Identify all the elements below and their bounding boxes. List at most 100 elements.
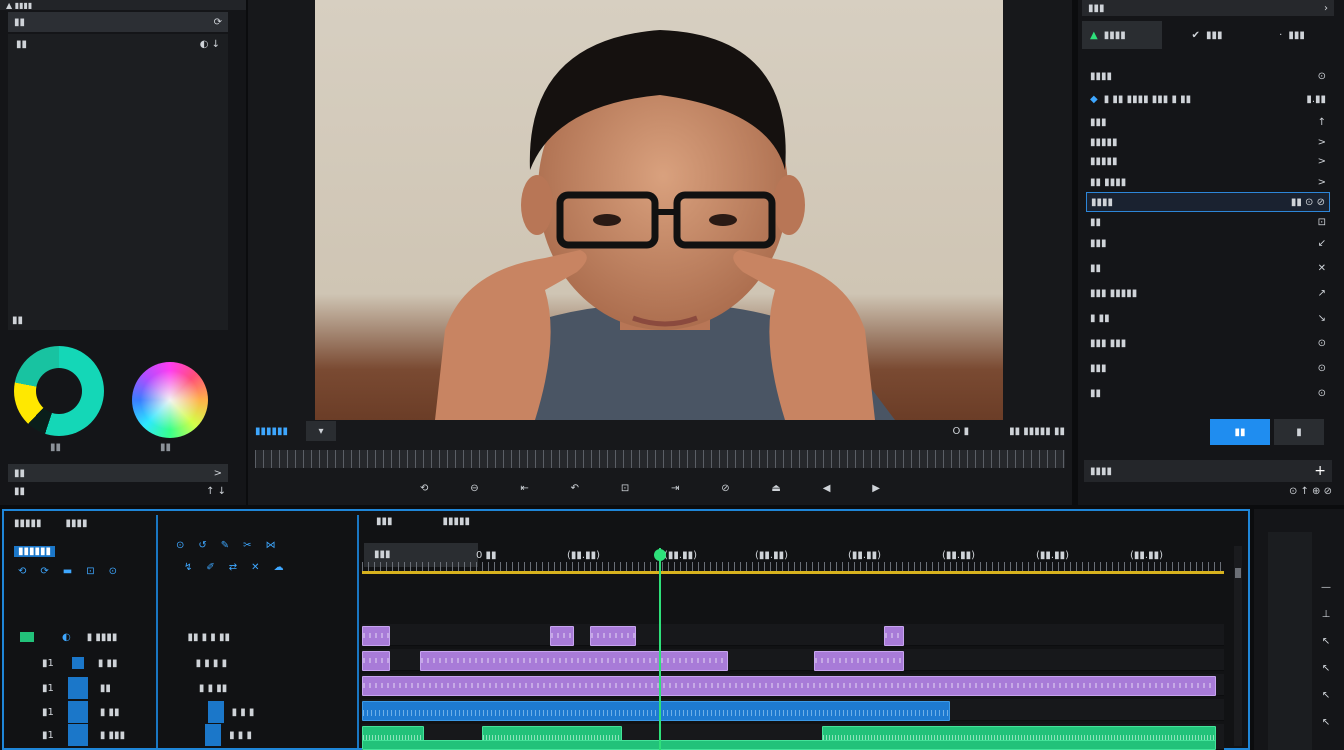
track-tools[interactable]: ▮ ▮ ▮ [232, 707, 255, 718]
inspector-item[interactable]: ▮▮ ⊡ [1086, 212, 1330, 232]
color-sub-panel[interactable]: ▮▮ > [8, 464, 228, 482]
track-tools[interactable]: ▮ ▮ ▮ [229, 730, 252, 741]
track-tools[interactable]: ▮ ▮ ▮ ▮ [196, 658, 228, 669]
video-clip[interactable] [420, 651, 728, 671]
tool-icon[interactable]: ↯ [184, 562, 192, 573]
item-value[interactable]: ✕ [1318, 263, 1326, 274]
video-clip[interactable] [362, 626, 390, 646]
track-header[interactable]: ▮1 ▮ ▮▮ ▮ ▮ ▮ ▮ [10, 652, 356, 674]
tool-icon[interactable]: ↺ [198, 540, 206, 551]
cursor-icon[interactable]: ↖ [1322, 690, 1330, 701]
inspector-item[interactable]: ▮▮▮▮▮ > [1086, 132, 1330, 152]
inspector-item[interactable]: ▮ ▮▮ ↘ [1086, 308, 1330, 328]
track-toggle[interactable] [67, 677, 88, 699]
tool-icon[interactable]: ☁ [274, 562, 284, 573]
item-value[interactable]: ▮▮ ⊙ ⊘ [1291, 197, 1325, 208]
tool-icon[interactable]: ⊙ [176, 540, 184, 551]
video-clip[interactable] [362, 676, 1216, 696]
color-wheel-gain[interactable] [132, 362, 208, 438]
track-tools[interactable]: ▮ ▮ ▮▮ [199, 683, 227, 694]
music-clip[interactable] [362, 740, 1216, 750]
tool-icon[interactable]: ▬ [63, 566, 72, 577]
timeline-scrollbar[interactable] [1234, 546, 1242, 746]
pin-icon[interactable]: ⊥ [1322, 609, 1331, 620]
cursor-icon[interactable]: ↖ [1322, 636, 1330, 647]
track-header[interactable]: ◐ ▮ ▮▮▮▮ ▮▮ ▮ ▮ ▮▮ [10, 626, 356, 648]
refresh-icon[interactable]: ⟳ [214, 17, 222, 28]
tool-icon[interactable]: ⇄ [229, 562, 237, 573]
go-to-start-icon[interactable]: ⇤ [520, 483, 528, 494]
audio-clip[interactable] [362, 701, 950, 721]
video-clip[interactable] [884, 626, 904, 646]
chevron-right-icon[interactable]: > [214, 468, 222, 479]
track-lane-v2[interactable] [362, 649, 1224, 671]
menu-icon[interactable]: — [1321, 582, 1331, 593]
item-value[interactable]: > [1318, 156, 1326, 167]
media-panel-header[interactable]: ▮▮ ⟳ [8, 12, 228, 32]
inspector-item[interactable]: ▮▮▮ ↙ [1086, 233, 1330, 253]
undo-icon[interactable]: ↶ [571, 483, 579, 494]
loop-icon[interactable]: ⟲ [420, 483, 428, 494]
viewer-zoom[interactable]: O ▮ [953, 426, 970, 437]
inspector-item-selected[interactable]: ▮▮▮▮ ▮▮ ⊙ ⊘ [1086, 192, 1330, 212]
track-toggle[interactable] [67, 724, 88, 746]
go-to-end-icon[interactable]: ⇥ [671, 483, 679, 494]
timeline-chip[interactable]: ▮▮▮▮▮▮ [14, 546, 56, 557]
inspector-item[interactable]: ▮▮▮▮▮ > [1086, 151, 1330, 171]
track-lane-a1[interactable] [362, 699, 1224, 721]
inspector-item[interactable]: ▮▮ ▮▮▮▮ > [1086, 172, 1330, 192]
viewer-scrubber[interactable] [255, 450, 1065, 468]
tool-icon[interactable]: ✐ [206, 562, 214, 573]
item-value[interactable]: ↗ [1318, 288, 1326, 299]
tool-icon[interactable]: ⟲ [18, 566, 26, 577]
media-bin-icons[interactable]: ◐ ↓ [200, 39, 220, 50]
frame-icon[interactable]: ⊡ [621, 483, 629, 494]
inspector-item[interactable]: ◆ ▮ ▮▮ ▮▮▮▮ ▮▮▮ ▮ ▮▮ ▮.▮▮ [1086, 89, 1330, 109]
item-value[interactable]: ⊙ [1318, 388, 1326, 399]
item-value[interactable]: ↑ [1318, 117, 1326, 128]
tool-icon[interactable]: ✎ [221, 540, 229, 551]
item-value[interactable]: ⊙ [1318, 338, 1326, 349]
inspector-item[interactable]: ▮▮▮ ↑ [1086, 112, 1330, 132]
stop-icon[interactable]: ⊘ [721, 483, 729, 494]
track-header[interactable]: ▮1 ▮▮ ▮ ▮ ▮▮ [10, 677, 356, 699]
chevron-down-icon[interactable]: ▾ [306, 421, 337, 441]
item-value[interactable]: ↘ [1318, 313, 1326, 324]
secondary-button[interactable]: ▮ [1274, 419, 1324, 445]
tool-icon[interactable]: ⟳ [40, 566, 48, 577]
video-clip[interactable] [550, 626, 574, 646]
tool-icon[interactable]: ⊙ [109, 566, 117, 577]
video-clip[interactable] [814, 651, 904, 671]
play-icon[interactable]: ▶ [872, 483, 880, 494]
inspector-item[interactable]: ▮▮▮▮ ⊙ [1086, 66, 1330, 86]
color-bottom-icons[interactable]: ↑ ↓ [206, 486, 226, 497]
inspector-item[interactable]: ▮▮▮ ▮▮▮▮▮ ↗ [1086, 283, 1330, 303]
tool-icon[interactable]: ⋈ [266, 540, 276, 551]
tool-icon[interactable]: ✂ [243, 540, 251, 551]
item-value[interactable]: ▮.▮▮ [1306, 94, 1326, 105]
track-lane-v3[interactable] [362, 624, 1224, 646]
item-value[interactable]: ⊡ [1318, 217, 1326, 228]
play-reverse-icon[interactable]: ◀ [823, 483, 831, 494]
tab-inspector-1[interactable]: ▲ ▮▮▮▮ [1082, 21, 1162, 49]
item-value[interactable]: ⊙ [1318, 363, 1326, 374]
inspector-item[interactable]: ▮▮ ⊙ [1086, 383, 1330, 403]
track-enabled-indicator[interactable] [20, 632, 34, 642]
zoom-out-icon[interactable]: ⊖ [470, 483, 478, 494]
cursor-icon[interactable]: ↖ [1322, 717, 1330, 728]
cursor-icon[interactable]: ↖ [1322, 663, 1330, 674]
color-wheel-lift[interactable] [14, 346, 104, 436]
media-bin-list[interactable]: ▮▮ ◐ ↓ ▮▮ [8, 34, 228, 330]
playhead[interactable] [659, 548, 661, 750]
video-clip[interactable] [590, 626, 636, 646]
item-value[interactable]: > [1318, 177, 1326, 188]
track-header[interactable]: ▮1 ▮ ▮▮ ▮ ▮ ▮ [10, 701, 356, 723]
lock-icon[interactable]: ◐ [62, 632, 71, 643]
tool-icon[interactable]: ✕ [251, 562, 259, 573]
track-toggle[interactable] [71, 657, 84, 669]
item-value[interactable]: ⊙ [1318, 71, 1326, 82]
track-lane-v1[interactable] [362, 674, 1224, 696]
item-value[interactable]: ↙ [1318, 238, 1326, 249]
track-lane-a2[interactable] [362, 724, 1224, 750]
video-clip[interactable] [362, 651, 390, 671]
